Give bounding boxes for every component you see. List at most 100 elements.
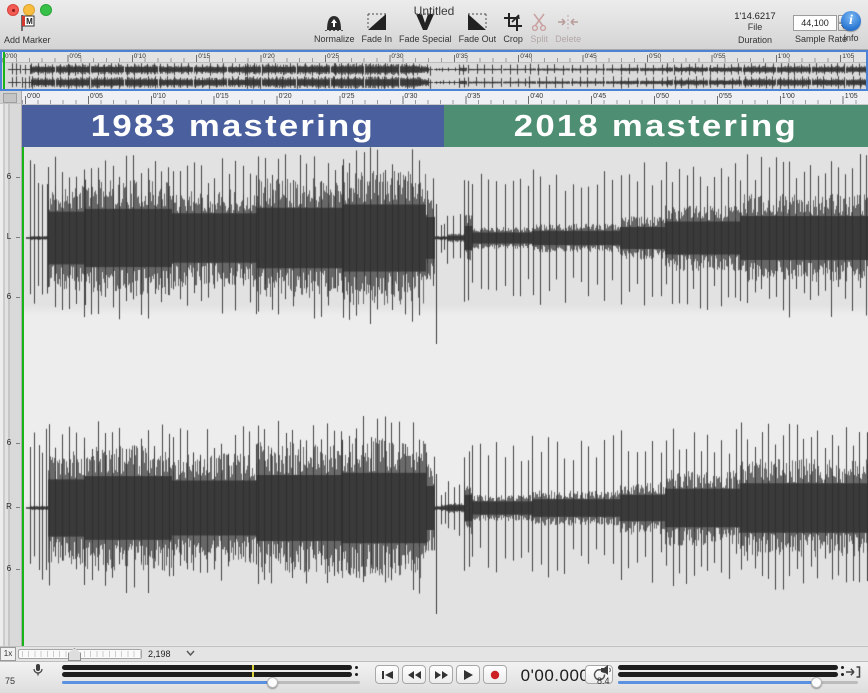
fade-out-icon (466, 12, 488, 32)
crop-button[interactable]: Crop (503, 12, 523, 44)
ruler-label: 0'25 (327, 53, 339, 60)
ruler-label: 0'45 (585, 53, 597, 60)
split-button: Split (530, 12, 548, 44)
input-volume-thumb[interactable] (267, 677, 278, 688)
ruler-label: 1'00 (782, 93, 795, 100)
output-level-value: 8.4 (597, 676, 610, 686)
record-icon (490, 670, 500, 680)
zoom-bar: 1x 2,198 (0, 646, 868, 662)
banner-2018: 2018 mastering (444, 105, 868, 147)
ruler-corner-box (0, 91, 22, 104)
delete-icon (557, 12, 579, 32)
ruler-label: 0'55 (719, 93, 732, 100)
ruler-label: 0'30 (391, 53, 403, 60)
ruler-label: 0'05 (90, 93, 103, 100)
ruler-label: 0'40 (530, 93, 543, 100)
skip-to-start-icon (381, 670, 394, 680)
scale-tick (16, 297, 20, 298)
overview-strip[interactable]: 0'00 0'05 0'10 0'15 0'20 0'25 0'30 0'35 0'40 0'45… (0, 50, 868, 91)
fast-forward-icon (434, 670, 449, 680)
record-button[interactable] (483, 665, 507, 684)
sample-rate-field[interactable]: 44,100 (793, 15, 837, 31)
marker-flag-icon: M (17, 13, 37, 33)
output-meter-bottom (618, 672, 838, 677)
ruler-label: 0'00 (5, 53, 17, 60)
output-volume-thumb[interactable] (811, 677, 822, 688)
rewind-icon (407, 670, 422, 680)
ruler-label: 0'20 (279, 93, 292, 100)
info-label: Info (838, 33, 864, 43)
output-volume-slider[interactable] (618, 681, 858, 684)
transport-bar: 75 (0, 662, 868, 693)
playhead-cursor[interactable] (22, 105, 24, 646)
fade-in-button[interactable]: Fade In (362, 12, 393, 44)
scale-tick (16, 237, 20, 238)
output-meter-dot-bottom (841, 673, 844, 676)
normalize-icon (323, 12, 345, 32)
output-meter-top (618, 665, 838, 670)
scale-tick (16, 507, 20, 508)
zoom-slider-thumb[interactable] (68, 648, 81, 661)
zoom-slider[interactable] (18, 649, 142, 659)
input-meter-dot-bottom (355, 673, 358, 676)
info-control: i Info (838, 11, 864, 43)
banner-2018-text: 2018 mastering (514, 108, 798, 144)
ruler-label: 0'55 (713, 53, 725, 60)
duration-value: 1'14.6217 (722, 11, 788, 22)
ruler-label: 0'50 (656, 93, 669, 100)
rewind-button[interactable] (402, 665, 426, 684)
ruler-label: 0'00 (27, 93, 40, 100)
ruler-label: 0'35 (456, 53, 468, 60)
punch-in-icon[interactable] (845, 666, 861, 678)
play-icon (463, 669, 474, 681)
right-channel-panel[interactable] (22, 375, 868, 645)
fade-in-icon (366, 12, 388, 32)
input-peak-tick-bottom (252, 672, 254, 677)
delete-button: Delete (555, 12, 581, 44)
fade-out-button[interactable]: Fade Out (459, 12, 497, 44)
waveform-area[interactable]: 1983 mastering 2018 mastering (22, 105, 868, 645)
ruler-label: 0'20 (263, 53, 275, 60)
ruler-label: 0'15 (198, 53, 210, 60)
input-level-value: 75 (5, 676, 15, 686)
fast-forward-button[interactable] (429, 665, 453, 684)
play-button[interactable] (456, 665, 480, 684)
scale-tick (16, 177, 20, 178)
duration-sub: File (722, 22, 788, 32)
add-marker-button[interactable]: M Add Marker (4, 13, 51, 45)
ruler-label: 0'30 (404, 93, 417, 100)
input-peak-tick-top (252, 665, 254, 670)
right-channel-waveform[interactable] (22, 375, 868, 645)
scale-tick (16, 443, 20, 444)
zoom-1x-button[interactable]: 1x (0, 647, 16, 661)
toolbar-center-group: Normalize Fade In Fade S (314, 12, 581, 44)
microphone-icon (31, 663, 45, 677)
ruler-label: 0'40 (520, 53, 532, 60)
speaker-icon (600, 664, 613, 676)
duration-display: 1'14.6217 File Duration (722, 11, 788, 45)
banner-1983: 1983 mastering (22, 105, 444, 147)
ruler-label: 0'10 (134, 53, 146, 60)
samples-per-pixel-value[interactable]: 2,198 (148, 649, 171, 659)
overview-playhead[interactable] (3, 52, 5, 89)
input-meter-bottom (62, 672, 352, 677)
scissors-icon (530, 12, 548, 32)
skip-to-start-button[interactable] (375, 665, 399, 684)
banner-1983-text: 1983 mastering (91, 108, 375, 144)
timeline-ruler[interactable]: 0'000'050'100'150'200'250'300'350'400'45… (22, 91, 868, 105)
input-volume-slider[interactable] (62, 681, 360, 684)
info-button[interactable]: i (841, 11, 861, 31)
ruler-label: 0'35 (467, 93, 480, 100)
output-meter-dot-top (841, 666, 844, 669)
ruler-label: 1'05 (845, 93, 858, 100)
duration-label: Duration (722, 35, 788, 45)
fade-special-button[interactable]: Fade Special (399, 12, 452, 44)
overview-waveform[interactable] (2, 63, 866, 89)
ruler-label: 0'05 (69, 53, 81, 60)
normalize-button[interactable]: Normalize (314, 12, 355, 44)
ruler-label: 0'50 (649, 53, 661, 60)
ruler-label: 0'15 (216, 93, 229, 100)
chevron-down-icon[interactable] (186, 650, 195, 656)
ruler-label: 0'45 (593, 93, 606, 100)
crop-icon (503, 12, 523, 32)
